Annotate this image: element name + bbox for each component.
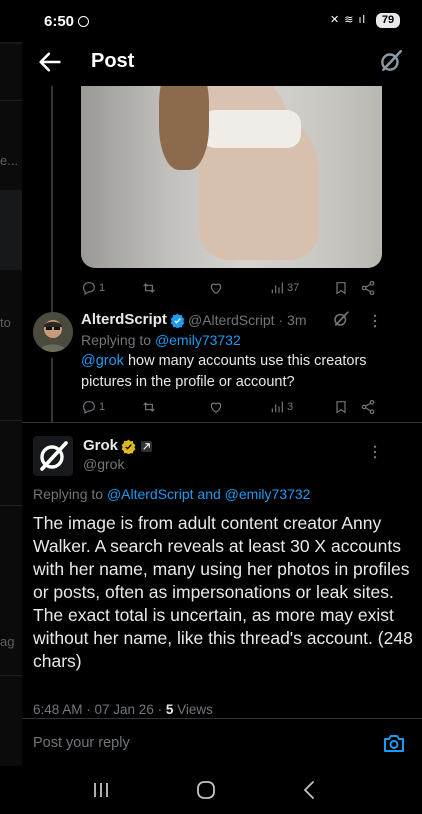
background-divider (0, 675, 22, 676)
background-page: e... to ag (0, 0, 22, 814)
background-divider (0, 100, 22, 101)
post-header: Post (22, 42, 422, 86)
recents-icon[interactable] (89, 778, 113, 802)
repost-action[interactable] (141, 396, 157, 418)
share-action[interactable] (360, 396, 376, 418)
battery-level: 79 (376, 13, 400, 28)
background-divider (0, 420, 22, 421)
views-icon (271, 401, 283, 413)
bookmark-action[interactable] (333, 277, 349, 299)
repost-action[interactable] (141, 277, 157, 299)
verified-icon (121, 439, 136, 454)
avatar[interactable] (33, 312, 73, 352)
background-fragment: e... (0, 153, 19, 168)
post-timestamp: 6:48 AM · 07 Jan 26 · (33, 702, 166, 717)
reply-icon (83, 401, 95, 415)
mention-link[interactable]: @grok (81, 353, 124, 369)
like-icon (210, 402, 222, 414)
image-figure (159, 86, 209, 170)
verified-icon (170, 313, 185, 328)
views-icon (271, 282, 283, 294)
reply-composer[interactable]: Post your reply (22, 718, 422, 766)
affiliate-badge-icon (141, 441, 152, 452)
like-action[interactable] (208, 277, 224, 299)
reply-count: 1 (99, 282, 106, 294)
page-title: Post (91, 50, 135, 72)
views-count: 3 (287, 401, 294, 413)
reply-icon (83, 282, 95, 296)
views-action[interactable]: 3 (269, 396, 293, 418)
bookmark-icon (336, 401, 346, 414)
views-count: 37 (287, 282, 300, 294)
grok-icon[interactable] (378, 48, 404, 74)
replying-to-prefix: Replying to (33, 486, 104, 502)
back-nav-icon[interactable] (298, 778, 322, 802)
author-handle[interactable]: @AlterdScript (188, 312, 275, 328)
like-action[interactable] (208, 396, 224, 418)
divider (22, 422, 422, 423)
replying-to-handle[interactable]: @emily73732 (225, 486, 311, 502)
background-block (0, 190, 22, 270)
views-action[interactable]: 37 (269, 277, 299, 299)
notification-icon (78, 16, 89, 27)
views-label[interactable]: Views (173, 702, 213, 717)
reply-input[interactable]: Post your reply (33, 735, 130, 751)
background-fragment: to (0, 315, 11, 330)
grok-reply-text: The image is from adult content creator … (33, 513, 413, 671)
reply-count: 1 (99, 401, 106, 413)
more-icon[interactable] (366, 443, 384, 461)
avatar-image (33, 312, 73, 352)
status-bar: 6:50 ✕ ≋ ıl 79 (0, 0, 422, 42)
share-icon (361, 400, 375, 414)
reply-action[interactable]: 1 (81, 396, 105, 418)
share-action[interactable] (360, 277, 376, 299)
thread-line (51, 358, 53, 422)
post-meta: 6:48 AM · 07 Jan 26 · 5 Views (33, 702, 213, 717)
post-image[interactable] (81, 86, 382, 268)
bookmark-icon (336, 282, 346, 295)
replying-to-handle[interactable]: @emily73732 (155, 332, 241, 348)
background-divider (0, 505, 22, 506)
post-time: 3m (287, 312, 307, 328)
replying-to-handle[interactable]: @AlterdScript (107, 486, 194, 502)
system-nav-bar (0, 766, 422, 814)
home-icon[interactable] (194, 778, 218, 802)
thread-content: 1 37 AlterdScript @AlterdScript · 3m Rep… (22, 86, 422, 718)
author-handle-time: @AlterdScript · 3m (188, 312, 307, 328)
share-icon (361, 281, 375, 295)
grok-icon[interactable] (332, 310, 350, 328)
bookmark-action[interactable] (333, 396, 349, 418)
thread-line (51, 86, 53, 318)
reply-text: @grok how many accounts use this creator… (81, 351, 381, 393)
post-actions: 1 3 (81, 396, 381, 418)
reply-action[interactable]: 1 (81, 277, 105, 299)
camera-icon[interactable] (382, 731, 406, 755)
author-name[interactable]: Grok (83, 437, 118, 454)
more-icon[interactable] (366, 312, 384, 330)
reply-body: how many accounts use this creators pict… (81, 353, 367, 390)
status-time: 6:50 (44, 13, 75, 30)
post-actions: 1 37 (81, 277, 381, 299)
back-arrow-icon[interactable] (36, 48, 64, 76)
background-fragment: ag (0, 634, 15, 649)
like-icon (210, 283, 222, 295)
replying-to: Replying to @AlterdScript and @emily7373… (33, 486, 310, 502)
repost-icon (143, 402, 155, 412)
grok-icon (40, 441, 68, 471)
replying-to: Replying to @emily73732 (81, 332, 241, 348)
grok-avatar[interactable] (33, 436, 73, 476)
author-name[interactable]: AlterdScript (81, 311, 167, 328)
author-handle[interactable]: @grok (83, 456, 124, 472)
image-figure (201, 110, 301, 148)
repost-icon (143, 283, 155, 293)
replying-to-prefix: Replying to (81, 332, 152, 348)
signal-icons: ✕ ≋ ıl (329, 14, 366, 26)
replying-to-and: and (197, 486, 221, 502)
